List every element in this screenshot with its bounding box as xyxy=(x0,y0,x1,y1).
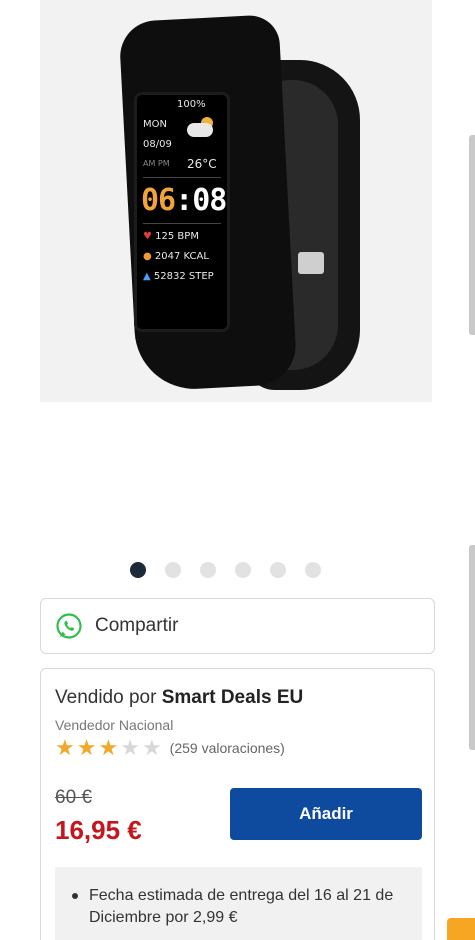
day-label: MON xyxy=(143,119,167,130)
scrollbar-thumb[interactable] xyxy=(469,135,475,335)
seller-card: Vendido por Smart Deals EU Vendedor Naci… xyxy=(40,668,435,940)
sold-by-prefix: Vendido por xyxy=(55,687,157,708)
rating-count: (259 valoraciones) xyxy=(169,740,285,756)
current-price: 16,95 € xyxy=(55,815,142,845)
time-display: 06:08 xyxy=(141,183,227,218)
whatsapp-icon xyxy=(56,613,82,639)
delivery-info: Fecha estimada de entrega del 16 al 21 d… xyxy=(55,867,422,940)
temperature-label: 26°C xyxy=(187,157,217,171)
product-image[interactable]: 100% MON 08/09 AM PM 26°C 06:08 ♥ 125 BP… xyxy=(0,0,475,555)
date-label: 08/09 xyxy=(143,139,172,150)
carousel-dot[interactable] xyxy=(270,562,286,578)
seller-name-link[interactable]: Smart Deals EU xyxy=(162,687,304,708)
screen-divider xyxy=(143,223,221,224)
steps-label: 52832 STEP xyxy=(153,271,214,282)
star-empty-icon: ★ xyxy=(120,735,140,760)
ampm-label: AM PM xyxy=(143,159,170,168)
rating[interactable]: ★ ★ ★ ★ ★ (259 valoraciones) xyxy=(55,737,285,759)
screen-divider xyxy=(143,177,221,178)
carousel-dot[interactable] xyxy=(165,562,181,578)
time-minutes: 08 xyxy=(192,183,227,218)
carousel-dot[interactable] xyxy=(305,562,321,578)
battery-label: 100% xyxy=(177,99,206,110)
calories-label: 2047 KCAL xyxy=(154,251,209,262)
watch-clasp xyxy=(298,252,324,274)
old-price: 60 € xyxy=(55,787,92,808)
star-filled-icon: ★ xyxy=(76,735,97,760)
star-filled-icon: ★ xyxy=(98,735,119,760)
carousel-dot[interactable] xyxy=(200,562,216,578)
time-hours: 06 xyxy=(141,183,176,218)
feedback-tab[interactable] xyxy=(447,918,475,940)
watch-screen: 100% MON 08/09 AM PM 26°C 06:08 ♥ 125 BP… xyxy=(134,92,230,332)
add-to-cart-button[interactable]: Añadir xyxy=(230,788,422,840)
carousel-indicator xyxy=(130,562,321,580)
footprint-icon: ▲ xyxy=(143,271,151,282)
flame-icon: ● xyxy=(143,251,152,262)
carousel-dot[interactable] xyxy=(130,562,146,578)
seller-type: Vendedor Nacional xyxy=(55,717,174,733)
star-empty-icon: ★ xyxy=(141,735,162,760)
cloud-icon xyxy=(187,123,213,137)
sold-by: Vendido por Smart Deals EU xyxy=(55,687,303,709)
carousel-dot[interactable] xyxy=(235,562,251,578)
scrollbar-thumb[interactable] xyxy=(469,545,475,750)
star-filled-icon: ★ xyxy=(55,735,75,760)
share-button[interactable]: Compartir xyxy=(40,598,435,654)
heart-rate-label: 125 BPM xyxy=(155,231,199,242)
share-label: Compartir xyxy=(95,615,179,636)
heart-icon: ♥ xyxy=(143,231,152,242)
delivery-estimate: Fecha estimada de entrega del 16 al 21 d… xyxy=(72,885,408,929)
